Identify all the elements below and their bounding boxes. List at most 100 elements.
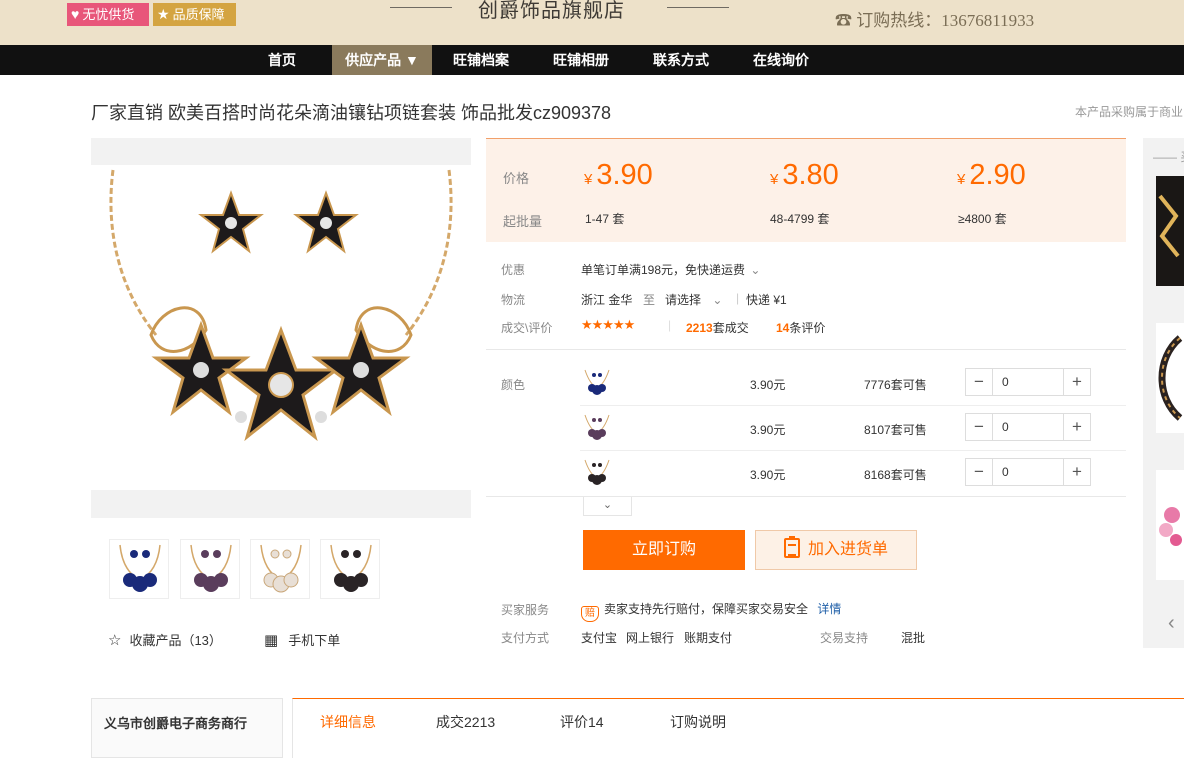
divider (486, 349, 1126, 350)
increase-button[interactable]: + (1063, 369, 1090, 395)
rating-stars: ★★★★★ (581, 317, 635, 332)
currency-symbol: ¥ (957, 171, 966, 188)
variant-thumb[interactable] (581, 456, 613, 488)
nav-profile[interactable]: 旺铺档案 (442, 45, 520, 75)
nav-inquiry[interactable]: 在线询价 (742, 45, 820, 75)
sidebar-heading-text: 买 (1180, 150, 1184, 164)
buyer-service-label: 买家服务 (501, 603, 550, 617)
mobile-order-label: 手机下单 (288, 633, 341, 648)
to-label: 至 (643, 293, 656, 307)
sidebar-heading: —— 买 (1153, 148, 1184, 165)
quantity-stepper: − + (965, 368, 1091, 396)
decrease-button[interactable]: − (966, 459, 993, 485)
nav-home[interactable]: 首页 (251, 45, 313, 75)
tab-deals[interactable]: 成交2213 (436, 712, 495, 732)
deals-count-link[interactable]: 2213套成交 (686, 319, 749, 336)
quantity-input[interactable] (994, 369, 1064, 395)
add-to-cart-button[interactable]: 加入进货单 (755, 530, 917, 570)
gallery-thumb[interactable] (320, 539, 380, 599)
trade-support-value: 混批 (901, 631, 926, 645)
tier-price: ¥3.90 (584, 159, 653, 192)
decrease-button[interactable]: − (966, 369, 993, 395)
price-tiers: 价格 起批量 ¥3.90 ¥3.80 ¥2.90 1-47 套 48-4799 … (486, 138, 1126, 242)
clipboard-icon (783, 536, 800, 558)
worry-free-supply-badge[interactable]: ♥ 无忧供货 (67, 3, 149, 26)
recommend-thumb[interactable] (1156, 323, 1184, 433)
tier-price-value: 3.80 (782, 159, 839, 191)
divider (580, 450, 1126, 451)
tab-reviews[interactable]: 评价14 (560, 712, 604, 732)
chevron-down-icon: ⌄ (602, 499, 613, 511)
gallery-thumb[interactable] (109, 539, 169, 599)
title-divider-left (390, 7, 452, 8)
details-link[interactable]: 详情 (817, 602, 841, 616)
tier-price: ¥2.90 (957, 159, 1026, 192)
quantity-stepper: − + (965, 458, 1091, 486)
shield-icon: 赔 (581, 606, 599, 622)
reviews-suffix: 条评价 (789, 321, 826, 335)
qr-code-icon: ▦ (264, 632, 279, 649)
quantity-input[interactable] (994, 459, 1064, 485)
divider (486, 496, 1126, 497)
price-label: 价格 (503, 171, 530, 186)
decrease-button[interactable]: − (966, 414, 993, 440)
variant-stock: 8168套可售 (864, 468, 927, 482)
badge-label: 品质保障 (172, 7, 225, 22)
variant-image (584, 414, 610, 440)
variant-thumb[interactable] (581, 411, 613, 443)
buy-now-button[interactable]: 立即订购 (583, 530, 745, 570)
store-name: 创爵饰品旗舰店 (478, 0, 625, 22)
star-icon: ★ (157, 6, 170, 22)
chevron-left-icon[interactable]: ‹ (1168, 612, 1175, 635)
variant-image (584, 369, 610, 395)
gallery-thumb[interactable] (250, 539, 310, 599)
mobile-order-button[interactable]: ▦ 手机下单 (264, 630, 340, 649)
rating-label: 成交\评价 (501, 321, 553, 335)
phone-icon: ☎ (835, 11, 852, 30)
hotline-text: 订购热线：13676811933 (856, 11, 1035, 30)
color-label: 颜色 (501, 378, 526, 392)
nav-products[interactable]: 供应产品 ▼ (332, 45, 432, 75)
nav-album[interactable]: 旺铺相册 (542, 45, 620, 75)
currency-symbol: ¥ (584, 171, 593, 188)
variant-price: 3.90元 (750, 423, 786, 437)
nav-contact[interactable]: 联系方式 (642, 45, 720, 75)
moq-label: 起批量 (503, 214, 543, 229)
payment-method: 支付宝 (581, 631, 618, 645)
quantity-stepper: − + (965, 413, 1091, 441)
reviews-count-link[interactable]: 14条评价 (776, 319, 825, 336)
currency-symbol: ¥ (770, 171, 779, 188)
deals-count: 2213 (686, 321, 713, 335)
thumb-image (330, 544, 372, 592)
recommend-thumb[interactable] (1156, 470, 1184, 580)
buyer-service-text: 卖家支持先行赔付，保障买家交易安全 (604, 602, 809, 616)
tab-details[interactable]: 详细信息 (320, 712, 376, 732)
shop-name[interactable]: 义乌市创爵电子商务商行 (104, 713, 247, 732)
variant-stock: 7776套可售 (864, 378, 927, 392)
increase-button[interactable]: + (1063, 414, 1090, 440)
deals-suffix: 套成交 (712, 321, 749, 335)
purchase-note: 本产品采购属于商业 (1075, 105, 1184, 119)
add-to-cart-label: 加入进货单 (807, 541, 888, 558)
destination-select[interactable]: 请选择 ⌄ (665, 291, 722, 308)
destination-value: 请选择 (665, 293, 702, 307)
quality-guarantee-badge[interactable]: ★ 品质保障 (153, 3, 236, 26)
heart-icon: ♥ (71, 6, 80, 22)
divider: | (736, 291, 740, 305)
gallery-thumb[interactable] (180, 539, 240, 599)
origin: 浙江 金华 (581, 293, 633, 307)
thumb-image (119, 544, 161, 592)
variant-thumb[interactable] (581, 366, 613, 398)
recommend-image (1158, 194, 1180, 258)
favorite-product-button[interactable]: ☆ 收藏产品（13） (108, 630, 222, 649)
main-product-image[interactable] (91, 138, 471, 518)
tab-order-info[interactable]: 订购说明 (670, 712, 726, 732)
payment-method: 账期支付 (684, 631, 733, 645)
discount-dropdown[interactable]: 单笔订单满198元，免快递运费 ⌄ (581, 261, 760, 278)
recommend-thumb[interactable] (1156, 176, 1184, 286)
increase-button[interactable]: + (1063, 459, 1090, 485)
thumb-image (190, 544, 232, 592)
expand-variants-button[interactable]: ⌄ (583, 497, 632, 516)
badge-label: 无忧供货 (82, 7, 135, 22)
quantity-input[interactable] (994, 414, 1064, 440)
